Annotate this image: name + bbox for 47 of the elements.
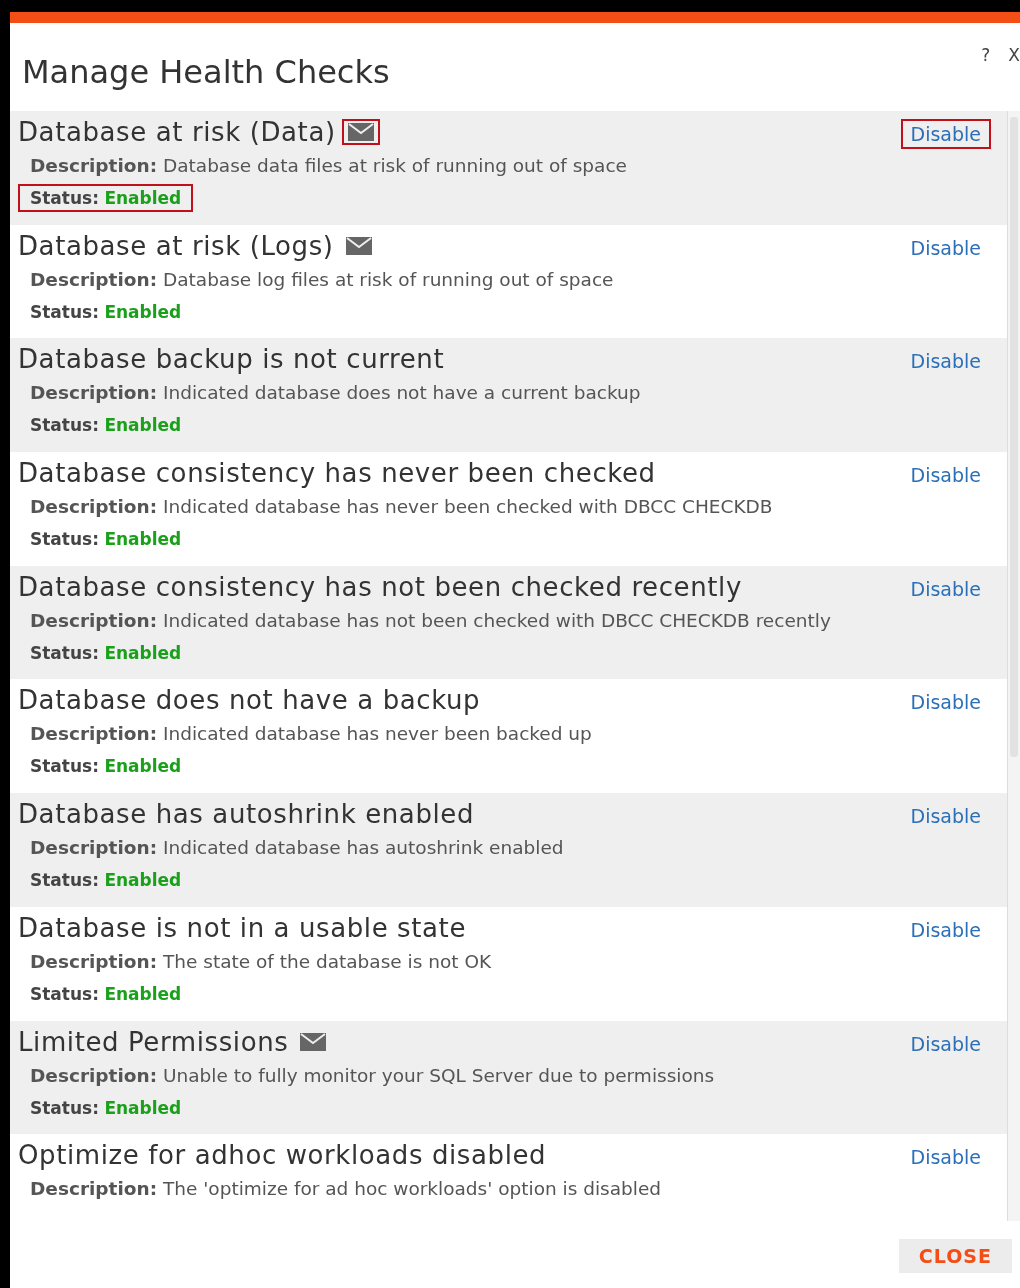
check-name: Database is not in a usable state: [18, 912, 466, 943]
check-status: Status: Enabled: [29, 1096, 183, 1120]
check-name: Database consistency has not been checked recently: [18, 571, 742, 602]
help-button[interactable]: ?: [981, 45, 991, 65]
check-name: Database backup is not current: [18, 344, 445, 375]
disable-link[interactable]: Disable: [900, 232, 991, 263]
check-description: Description: The state of the database is not OK: [30, 950, 493, 972]
check-status: Status: Enabled: [29, 300, 183, 324]
check-name: Optimize for adhoc workloads disabled: [18, 1140, 547, 1171]
check-status: Status: Enabled: [29, 755, 183, 779]
scrollbar[interactable]: [1007, 111, 1020, 1221]
check-name: Database consistency has never been checked: [18, 458, 656, 489]
disable-link[interactable]: Disable: [900, 119, 991, 149]
check-status: Status: Enabled: [29, 641, 183, 665]
envelope-icon: [345, 236, 372, 255]
check-name: Limited Permissions: [18, 1026, 289, 1057]
disable-link[interactable]: Disable: [900, 346, 991, 377]
disable-link[interactable]: Disable: [900, 460, 991, 491]
check-description: Description: Database data files at risk of running out of space: [30, 155, 628, 176]
disable-link[interactable]: Disable: [900, 1028, 991, 1059]
dialog-title: Manage Health Checks: [22, 53, 390, 91]
check-status: Status: Enabled: [29, 414, 183, 438]
check-description: Description: Indicated database has not been checked with DBCC CHECKDB recently: [30, 609, 832, 631]
check-description: Description: Database log files at risk of running out of space: [30, 268, 615, 290]
check-status: Status: Enabled: [18, 184, 194, 212]
envelope-icon: [300, 1032, 327, 1051]
check-description: Description: Indicated database has never been backed up: [30, 723, 593, 745]
disable-link[interactable]: Disable: [900, 687, 991, 718]
disable-link[interactable]: Disable: [900, 914, 991, 945]
envelope-icon: [347, 123, 374, 141]
close-button[interactable]: X: [1008, 45, 1020, 65]
check-status: Status: Enabled: [29, 982, 183, 1006]
check-description: Description: Unable to fully monitor your SQL Server due to permissions: [30, 1064, 716, 1086]
check-name: Database at risk (Logs): [18, 230, 334, 261]
check-description: Description: The 'optimize for ad hoc workloads' option is disabled: [30, 1178, 663, 1200]
check-name: Database has autoshrink enabled: [18, 799, 475, 830]
disable-link[interactable]: Disable: [900, 573, 991, 604]
disable-link[interactable]: Disable: [900, 801, 991, 832]
close-button[interactable]: CLOSE: [898, 1239, 1012, 1273]
check-description: Description: Indicated database has never been checked with DBCC CHECKDB: [30, 496, 774, 518]
check-description: Description: Indicated database does not have a current backup: [30, 382, 642, 404]
check-status: Status: Enabled: [29, 869, 183, 893]
check-description: Description: Indicated database has autoshrink enabled: [30, 837, 565, 859]
check-status: Status: Enabled: [29, 528, 183, 552]
check-name: Database does not have a backup: [18, 685, 481, 716]
disable-link[interactable]: Disable: [900, 1142, 991, 1173]
check-name: Database at risk (Data): [18, 117, 336, 147]
